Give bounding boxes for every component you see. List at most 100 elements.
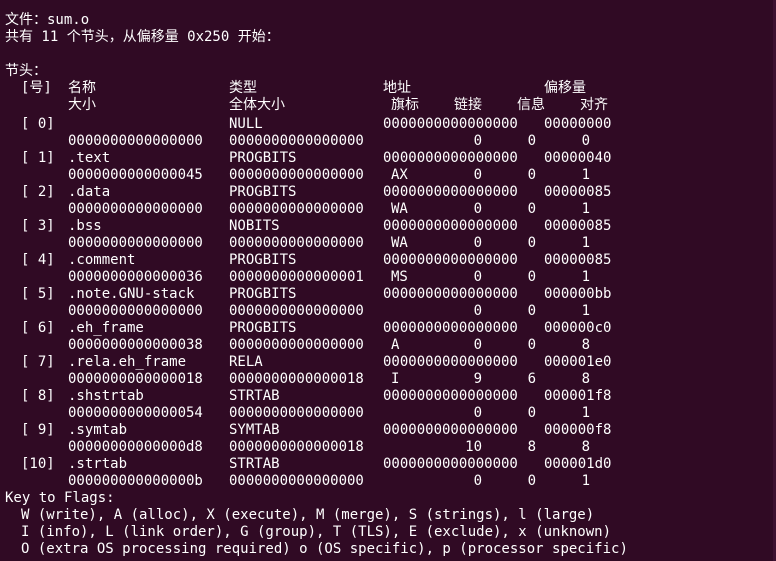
section-flags: WA — [391, 235, 408, 251]
section-size: 0000000000000038 — [68, 337, 203, 353]
section-type: SYMTAB — [229, 422, 280, 438]
section-entsize: 0000000000000000 — [229, 201, 364, 217]
section-size: 0000000000000000 — [68, 201, 203, 217]
header-type: 类型 — [229, 80, 257, 96]
section-offset: 000000c0 — [544, 320, 612, 336]
section-size: 0000000000000036 — [68, 269, 203, 285]
section-offset: 00000085 — [544, 184, 612, 200]
section-name: .shstrtab — [68, 388, 144, 404]
section-link: 0 — [473, 473, 482, 489]
section-name: .data — [68, 184, 111, 200]
section-size: 0000000000000045 — [68, 167, 203, 183]
section-address: 0000000000000000 — [383, 388, 518, 404]
section-entsize: 0000000000000018 — [229, 371, 364, 387]
section-info: 8 — [527, 439, 536, 455]
section-size: 0000000000000018 — [68, 371, 203, 387]
section-offset: 00000000 — [544, 116, 612, 132]
section-link: 9 — [473, 371, 482, 387]
flags-key-line: O (extra OS processing required) o (OS s… — [21, 541, 628, 557]
section-link: 0 — [473, 201, 482, 217]
section-offset: 000001f8 — [544, 388, 612, 404]
section-index: [ 2] — [21, 184, 55, 200]
flags-key-line: W (write), A (alloc), X (execute), M (me… — [21, 507, 595, 523]
section-headers-title: 节头： — [5, 63, 47, 79]
section-type: NOBITS — [229, 218, 280, 234]
section-link: 0 — [473, 303, 482, 319]
section-entsize: 0000000000000000 — [229, 133, 364, 149]
section-info: 0 — [527, 269, 536, 285]
section-address: 0000000000000000 — [383, 456, 518, 472]
section-index: [ 6] — [21, 320, 55, 336]
section-address: 0000000000000000 — [383, 116, 518, 132]
section-index: [ 0] — [21, 116, 55, 132]
section-entsize: 0000000000000000 — [229, 235, 364, 251]
section-entsize: 0000000000000000 — [229, 337, 364, 353]
section-info: 0 — [527, 235, 536, 251]
section-offset: 00000040 — [544, 150, 612, 166]
section-index: [ 3] — [21, 218, 55, 234]
section-link: 0 — [473, 235, 482, 251]
section-address: 0000000000000000 — [383, 218, 518, 234]
section-entsize: 0000000000000018 — [229, 439, 364, 455]
section-flags: AX — [391, 167, 408, 183]
section-entsize: 0000000000000000 — [229, 303, 364, 319]
section-index: [ 7] — [21, 354, 55, 370]
section-index: [ 8] — [21, 388, 55, 404]
section-align: 0 — [581, 133, 590, 149]
section-entsize: 0000000000000000 — [229, 473, 364, 489]
section-index: [10] — [21, 456, 55, 472]
section-type: STRTAB — [229, 456, 280, 472]
header-size: 大小 — [68, 97, 96, 113]
header-flags: 旗标 — [391, 97, 419, 113]
section-type: PROGBITS — [229, 252, 297, 268]
flags-key-title: Key to Flags: — [5, 490, 115, 506]
section-link: 0 — [473, 269, 482, 285]
section-align: 1 — [581, 303, 590, 319]
section-align: 1 — [581, 235, 590, 251]
section-name: .eh_frame — [68, 320, 144, 336]
section-align: 1 — [581, 269, 590, 285]
section-link: 0 — [473, 133, 482, 149]
section-name: .comment — [68, 252, 136, 268]
file-line: 文件：sum.o — [5, 12, 90, 28]
section-size: 0000000000000054 — [68, 405, 203, 421]
section-entsize: 0000000000000000 — [229, 405, 364, 421]
section-link: 0 — [473, 167, 482, 183]
section-type: STRTAB — [229, 388, 280, 404]
section-name: .bss — [68, 218, 102, 234]
section-name: .rela.eh_frame — [68, 354, 187, 370]
flags-key-line: I (info), L (link order), G (group), T (… — [21, 524, 612, 540]
header-entsize: 全体大小 — [229, 97, 285, 113]
section-offset: 000000bb — [544, 286, 612, 302]
section-type: NULL — [229, 116, 263, 132]
header-offset: 偏移量 — [544, 80, 586, 96]
section-type: PROGBITS — [229, 150, 297, 166]
section-offset: 000001d0 — [544, 456, 612, 472]
summary-line: 共有 11 个节头，从偏移量 0x250 开始： — [5, 29, 280, 45]
terminal-window[interactable]: 文件：sum.o 共有 11 个节头，从偏移量 0x250 开始： 节头： [号… — [0, 0, 776, 561]
section-align: 1 — [581, 201, 590, 217]
section-offset: 000000f8 — [544, 422, 612, 438]
section-offset: 000001e0 — [544, 354, 612, 370]
section-offset: 00000085 — [544, 218, 612, 234]
section-align: 8 — [581, 371, 590, 387]
section-index: [ 5] — [21, 286, 55, 302]
section-flags: I — [391, 371, 400, 387]
section-offset: 00000085 — [544, 252, 612, 268]
section-link: 10 — [465, 439, 482, 455]
section-name: .note.GNU-stack — [68, 286, 195, 302]
header-align: 对齐 — [580, 97, 608, 113]
section-entsize: 0000000000000001 — [229, 269, 364, 285]
header-address: 地址 — [383, 80, 411, 96]
section-size: 000000000000000b — [68, 473, 203, 489]
header-link: 链接 — [454, 97, 482, 113]
header-index: [号] — [21, 80, 52, 96]
section-address: 0000000000000000 — [383, 286, 518, 302]
section-info: 0 — [527, 405, 536, 421]
section-type: PROGBITS — [229, 184, 297, 200]
section-align: 8 — [581, 439, 590, 455]
section-info: 6 — [527, 371, 536, 387]
section-type: RELA — [229, 354, 263, 370]
section-index: [ 9] — [21, 422, 55, 438]
section-align: 1 — [581, 405, 590, 421]
